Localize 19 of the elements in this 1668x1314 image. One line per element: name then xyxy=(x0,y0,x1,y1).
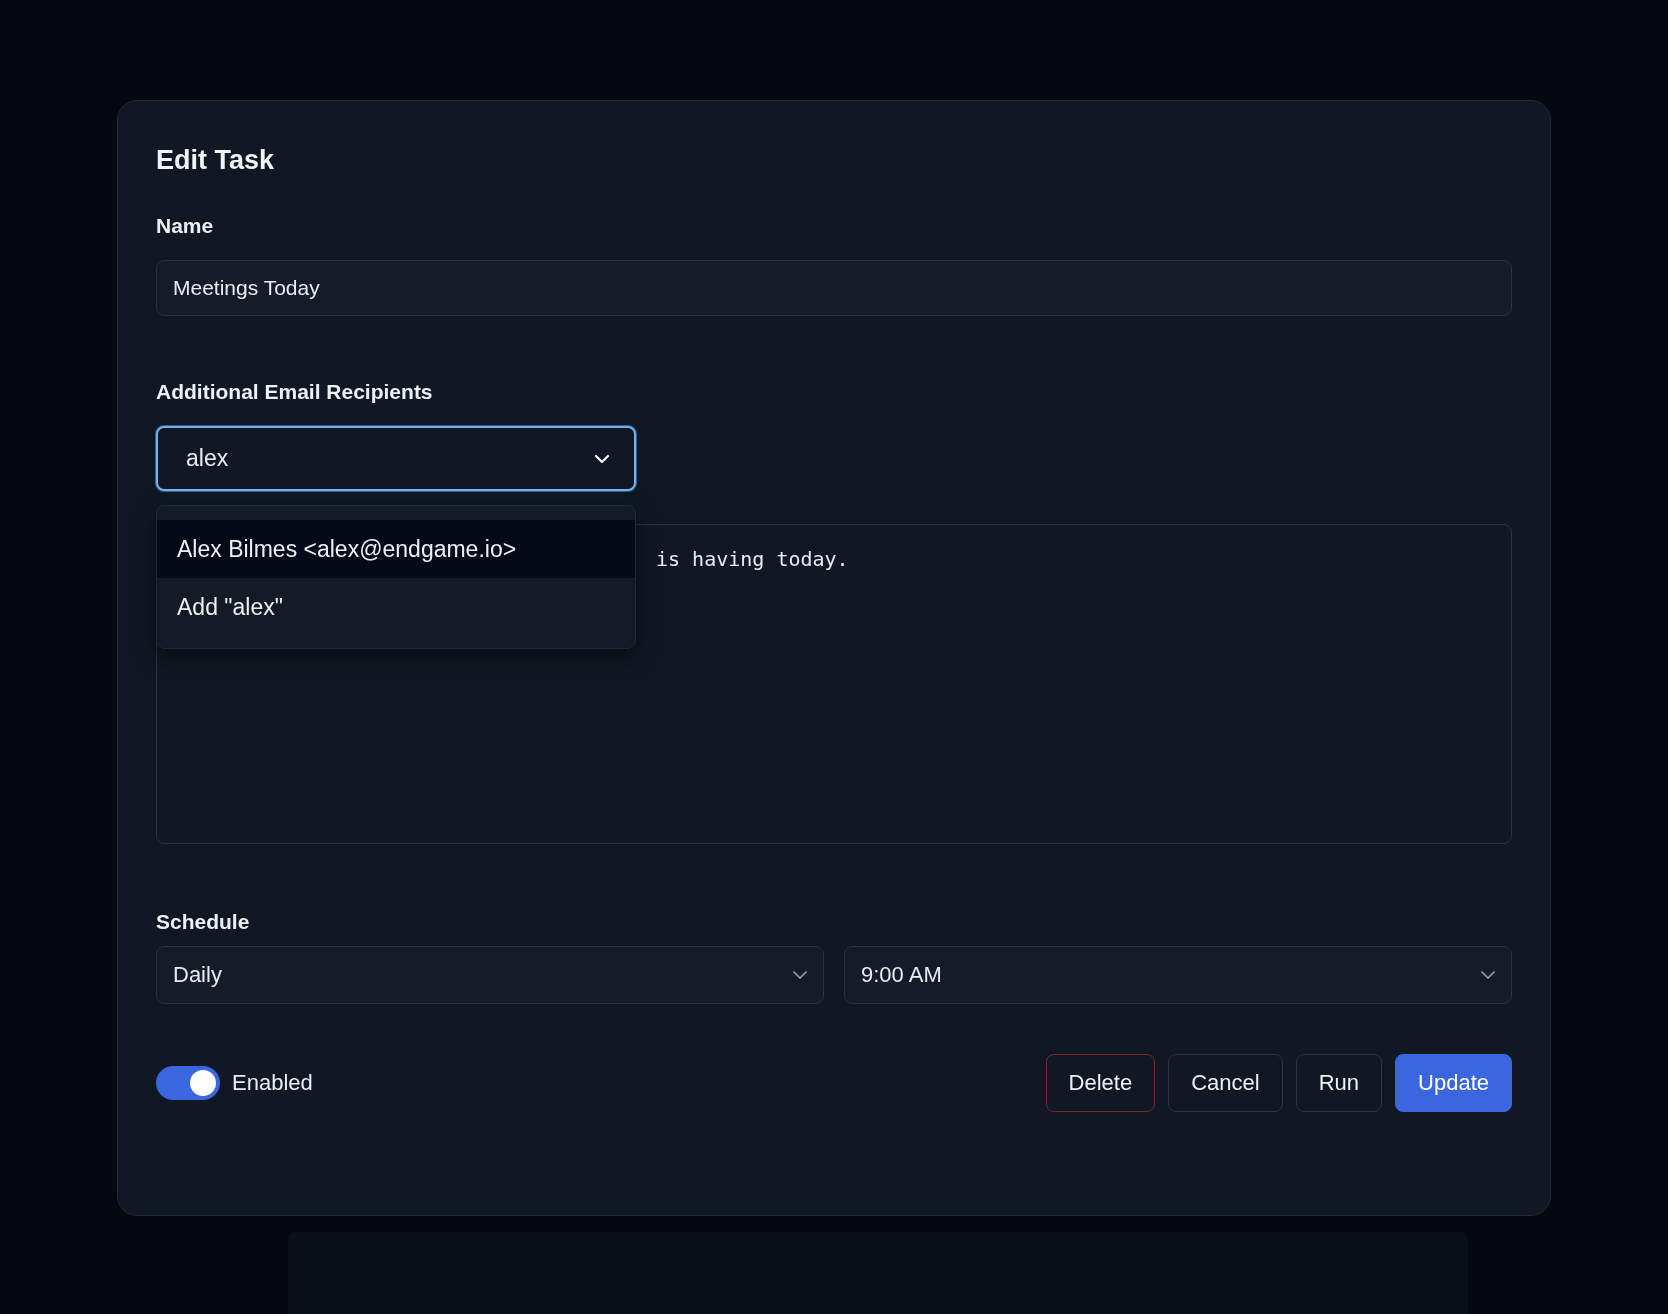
frequency-select[interactable]: Daily xyxy=(156,946,824,1004)
toggle-label: Enabled xyxy=(232,1070,313,1096)
dialog-title: Edit Task xyxy=(156,145,276,176)
chevron-down-icon xyxy=(1481,971,1495,979)
time-select[interactable]: 9:00 AM xyxy=(844,946,1512,1004)
chevron-down-icon xyxy=(594,453,610,464)
action-button[interactable]: Delete xyxy=(1045,1054,1156,1112)
action-button[interactable]: Run xyxy=(1295,1054,1383,1112)
enabled-toggle[interactable] xyxy=(156,1066,220,1100)
field-label: Name xyxy=(156,214,215,238)
action-button[interactable]: Update xyxy=(1395,1054,1512,1112)
chevron-down-icon xyxy=(793,971,807,979)
field-label: Schedule xyxy=(156,910,251,934)
dropdown-option[interactable]: Alex Bilmes <alex@endgame.io> xyxy=(157,520,635,578)
field-label: Additional Email Recipients xyxy=(156,380,434,404)
dropdown-option[interactable]: Add "alex" xyxy=(157,578,635,636)
action-button[interactable]: Cancel xyxy=(1168,1054,1283,1112)
recipients-combobox[interactable]: alex xyxy=(156,426,636,491)
name-field[interactable]: Meetings Today xyxy=(156,260,1512,316)
